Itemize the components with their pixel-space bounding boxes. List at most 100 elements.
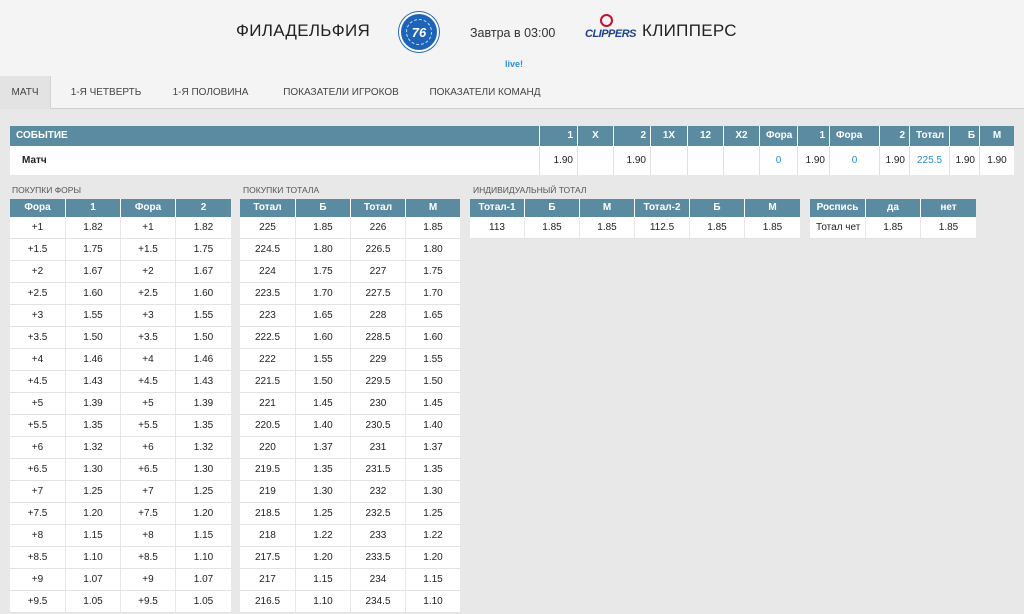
tab-player-stats[interactable]: ПОКАЗАТЕЛИ ИГРОКОВ [272, 76, 410, 109]
individual-cell[interactable]: 1.85 [745, 217, 800, 238]
totals-header: Тотал Б Тотал М [240, 199, 460, 217]
totals-cell[interactable]: 1.50 [406, 371, 460, 392]
totals-cell[interactable]: 1.25 [296, 503, 351, 524]
totals-cell[interactable]: 1.40 [296, 415, 351, 436]
handicap-cell[interactable]: 1.20 [176, 503, 231, 524]
individual-cell[interactable]: 1.85 [690, 217, 745, 238]
handicap-cell[interactable]: 1.10 [66, 547, 121, 568]
totals-cell[interactable]: 1.45 [296, 393, 351, 414]
totals-cell[interactable]: 1.85 [296, 217, 351, 238]
handicap-cell[interactable]: 1.60 [66, 283, 121, 304]
totals-cell[interactable]: 1.37 [406, 437, 460, 458]
totals-cell[interactable]: 1.75 [406, 261, 460, 282]
totals-cell[interactable]: 1.30 [406, 481, 460, 502]
tab-match[interactable]: МАТЧ [0, 76, 51, 109]
handicap-cell[interactable]: 1.43 [66, 371, 121, 392]
handicap-cell[interactable]: 1.05 [66, 591, 121, 612]
handicap-cell[interactable]: 1.07 [66, 569, 121, 590]
totals-cell[interactable]: 1.20 [296, 547, 351, 568]
handicap-cell[interactable]: 1.50 [176, 327, 231, 348]
handicap-cell[interactable]: 1.25 [176, 481, 231, 502]
header-handicap2-odds: 2 [880, 126, 910, 146]
handicap-cell[interactable]: 1.20 [66, 503, 121, 524]
handicap-cell[interactable]: 1.82 [66, 217, 121, 238]
totals-cell[interactable]: 1.65 [406, 305, 460, 326]
totals-cell: 221.5 [240, 371, 296, 392]
odds-12[interactable] [688, 146, 724, 175]
totals-cell[interactable]: 1.15 [406, 569, 460, 590]
handicap-cell[interactable]: 1.32 [176, 437, 231, 458]
handicap-cell[interactable]: 1.30 [176, 459, 231, 480]
tab-first-quarter[interactable]: 1-Я ЧЕТВЕРТЬ [58, 76, 154, 109]
totals-cell[interactable]: 1.25 [406, 503, 460, 524]
totals-cell[interactable]: 1.45 [406, 393, 460, 414]
handicap-cell[interactable]: 1.82 [176, 217, 231, 238]
handicap-cell[interactable]: 1.50 [66, 327, 121, 348]
handicap-cell[interactable]: 1.75 [176, 239, 231, 260]
handicap-cell[interactable]: 1.35 [176, 415, 231, 436]
handicap-cell[interactable]: 1.30 [66, 459, 121, 480]
handicap-cell[interactable]: 1.46 [176, 349, 231, 370]
handicap-cell[interactable]: 1.05 [176, 591, 231, 612]
totals-cell[interactable]: 1.35 [296, 459, 351, 480]
totals-cell[interactable]: 1.22 [296, 525, 351, 546]
totals-cell[interactable]: 1.70 [406, 283, 460, 304]
live-link[interactable]: live! [505, 59, 523, 69]
totals-cell[interactable]: 1.30 [296, 481, 351, 502]
totals-cell[interactable]: 1.10 [406, 591, 460, 612]
individual-cell[interactable]: 1.85 [580, 217, 635, 238]
handicap-cell[interactable]: 1.39 [66, 393, 121, 414]
totals-cell[interactable]: 1.60 [296, 327, 351, 348]
handicap-cell[interactable]: 1.35 [66, 415, 121, 436]
individual-cell[interactable]: 1.85 [525, 217, 580, 238]
individual-title: ИНДИВИДУАЛЬНЫЙ ТОТАЛ [473, 185, 587, 195]
individual-cell[interactable]: 112.5 [635, 217, 690, 238]
totals-cell[interactable]: 1.10 [296, 591, 351, 612]
totals-cell[interactable]: 1.20 [406, 547, 460, 568]
rospis-cell[interactable]: 1.85 [866, 217, 921, 238]
rospis-cell[interactable]: 1.85 [921, 217, 976, 238]
odds-x[interactable] [578, 146, 614, 175]
handicap2-odds[interactable]: 1.90 [880, 146, 910, 175]
handicap1-odds[interactable]: 1.90 [798, 146, 830, 175]
handicap-cell[interactable]: 1.67 [176, 261, 231, 282]
handicap-cell[interactable]: 1.25 [66, 481, 121, 502]
totals-cell[interactable]: 1.65 [296, 305, 351, 326]
totals-cell[interactable]: 1.37 [296, 437, 351, 458]
handicap-cell[interactable]: 1.39 [176, 393, 231, 414]
handicap-cell[interactable]: 1.15 [176, 525, 231, 546]
totals-cell[interactable]: 1.70 [296, 283, 351, 304]
handicap-cell[interactable]: 1.32 [66, 437, 121, 458]
totals-cell[interactable]: 1.55 [406, 349, 460, 370]
totals-cell[interactable]: 1.15 [296, 569, 351, 590]
handicap-cell[interactable]: 1.67 [66, 261, 121, 282]
total-over-odds[interactable]: 1.90 [950, 146, 980, 175]
totals-cell[interactable]: 1.50 [296, 371, 351, 392]
handicap-cell[interactable]: 1.07 [176, 569, 231, 590]
totals-cell[interactable]: 1.85 [406, 217, 460, 238]
totals-cell[interactable]: 1.22 [406, 525, 460, 546]
handicap-cell[interactable]: 1.55 [176, 305, 231, 326]
totals-cell[interactable]: 1.40 [406, 415, 460, 436]
odds-1[interactable]: 1.90 [540, 146, 578, 175]
handicap-cell[interactable]: 1.75 [66, 239, 121, 260]
totals-cell[interactable]: 1.35 [406, 459, 460, 480]
odds-x2[interactable] [724, 146, 760, 175]
totals-cell[interactable]: 1.80 [406, 239, 460, 260]
totals-cell[interactable]: 1.80 [296, 239, 351, 260]
tab-first-half[interactable]: 1-Я ПОЛОВИНА [163, 76, 258, 109]
totals-cell[interactable]: 1.75 [296, 261, 351, 282]
tab-team-stats[interactable]: ПОКАЗАТЕЛИ КОМАНД [420, 76, 550, 109]
totals-cell[interactable]: 1.60 [406, 327, 460, 348]
handicap-cell[interactable]: 1.46 [66, 349, 121, 370]
handicap-cell[interactable]: 1.60 [176, 283, 231, 304]
handicap-cell[interactable]: 1.15 [66, 525, 121, 546]
total-under-odds[interactable]: 1.90 [980, 146, 1014, 175]
team2-name: КЛИППЕРС [642, 21, 737, 40]
totals-cell[interactable]: 1.55 [296, 349, 351, 370]
handicap-cell[interactable]: 1.43 [176, 371, 231, 392]
handicap-cell[interactable]: 1.55 [66, 305, 121, 326]
odds-1x[interactable] [651, 146, 688, 175]
handicap-cell[interactable]: 1.10 [176, 547, 231, 568]
odds-2[interactable]: 1.90 [614, 146, 651, 175]
